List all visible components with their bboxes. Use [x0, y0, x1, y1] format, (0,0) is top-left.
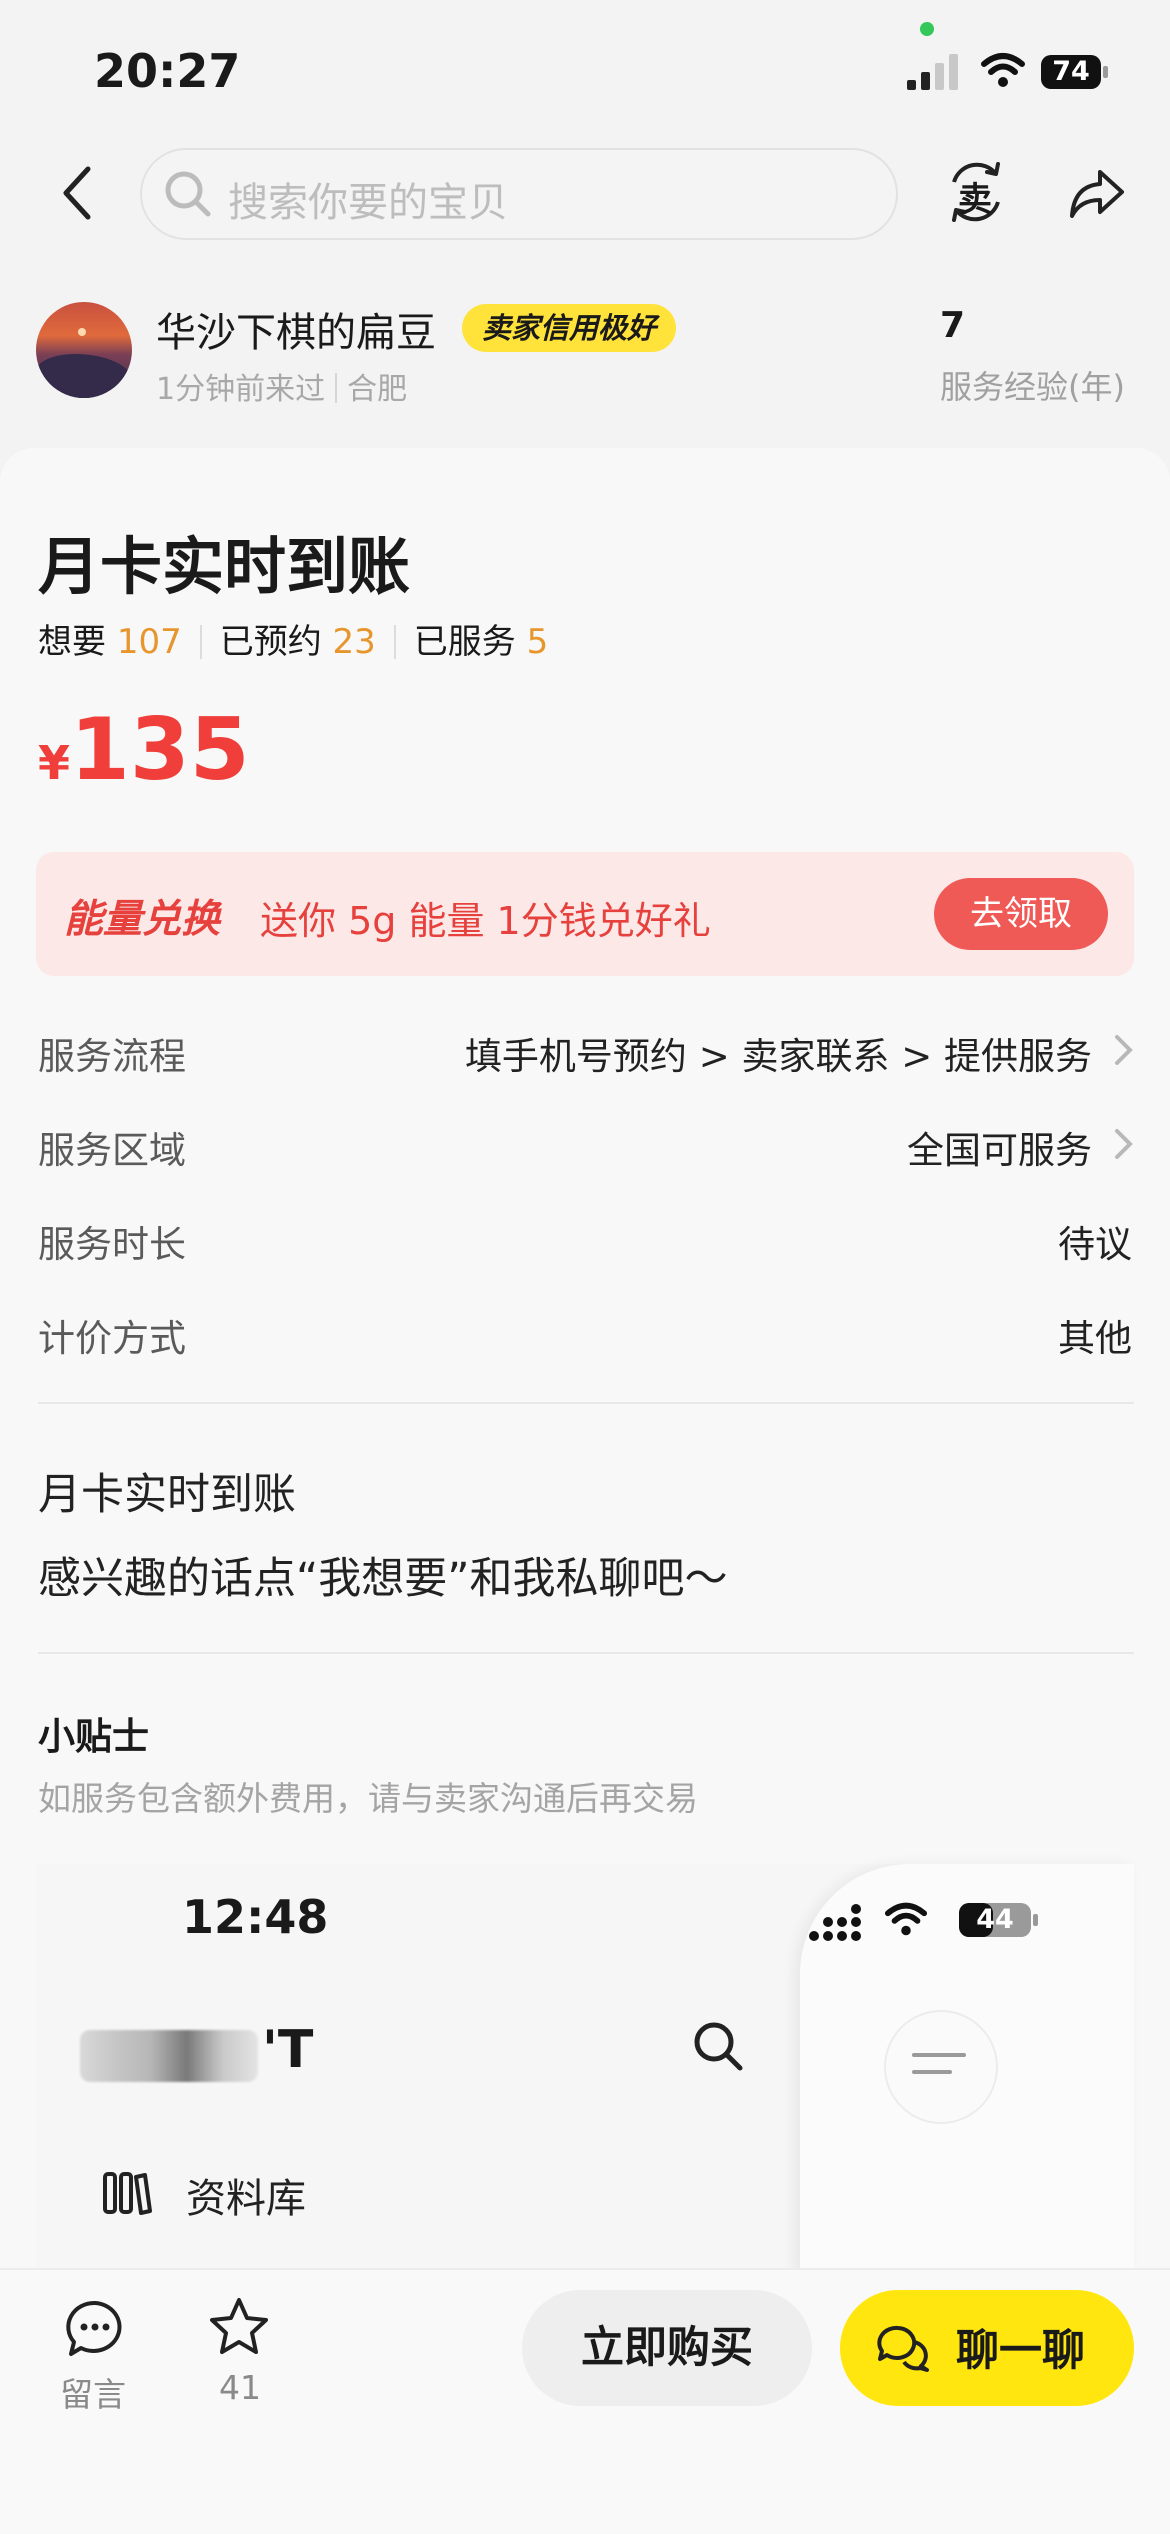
share-icon[interactable]	[1066, 162, 1128, 224]
buy-now-button[interactable]: 立即购买	[522, 2290, 812, 2406]
battery-icon: 74	[1040, 52, 1110, 92]
search-icon	[165, 171, 211, 217]
detail-label-pricing: 计价方式	[38, 1317, 186, 1360]
service-years-label: 服务经验(年)	[940, 368, 1125, 406]
stat-reserved-label: 已预约	[219, 622, 322, 662]
chevron-right-icon[interactable]	[1112, 1126, 1136, 1162]
service-years-value: 7	[940, 305, 966, 346]
seller-location: 合肥	[347, 372, 408, 407]
chat-icon[interactable]	[876, 2322, 932, 2374]
image-search-icon	[694, 2022, 743, 2071]
price-value: 135	[70, 700, 250, 800]
comment-label[interactable]: 留言	[60, 2368, 126, 2416]
detail-value-process[interactable]: 填手机号预约 > 卖家联系 > 提供服务	[465, 1026, 1092, 1080]
comment-icon[interactable]	[64, 2298, 126, 2360]
cellular-signal-icon	[907, 54, 958, 90]
price: ¥135	[38, 700, 250, 800]
credit-badge: 卖家信用极好	[462, 304, 677, 352]
stat-served-value: 5	[526, 622, 549, 662]
detail-label-duration: 服务时长	[38, 1223, 186, 1266]
divider	[335, 373, 338, 403]
image-signal-icon	[809, 1904, 861, 1941]
chevron-right-icon[interactable]	[1112, 1032, 1136, 1068]
tips-body: 如服务包含额外费用，请与卖家沟通后再交易	[38, 1779, 698, 1818]
image-status-time: 12:48	[182, 1890, 329, 1944]
sell-icon-glyph: 卖	[958, 180, 992, 220]
blurred-logo	[80, 2030, 258, 2082]
sell-icon[interactable]: 卖	[944, 160, 1008, 224]
image-wifi-icon	[884, 1902, 928, 1936]
divider	[199, 625, 202, 659]
chat-label[interactable]: 聊一聊	[956, 2316, 1085, 2378]
stat-want-value: 107	[116, 622, 182, 662]
divider	[38, 1402, 1134, 1404]
description-line-1: 月卡实时到账	[38, 1470, 296, 1520]
seller-name[interactable]: 华沙下棋的扁豆	[156, 300, 436, 358]
star-icon[interactable]	[208, 2296, 270, 2358]
image-library-icon	[103, 2172, 152, 2215]
promo-subtitle: 送你 5g 能量 1分钱兑好礼	[260, 899, 711, 943]
image-library-label: 资料库	[186, 2176, 306, 2222]
battery-level: 74	[1052, 56, 1090, 87]
detail-label-area: 服务区域	[38, 1129, 186, 1172]
divider	[393, 625, 396, 659]
seller-meta: 1分钟前来过 合肥	[156, 364, 407, 408]
detail-value-pricing: 其他	[1058, 1317, 1132, 1360]
last-seen: 1分钟前来过	[156, 372, 326, 407]
tips-title: 小贴士	[38, 1715, 149, 1758]
image-title-fragment: 'T	[262, 2020, 314, 2080]
claim-button[interactable]: 去领取	[934, 878, 1108, 950]
status-time: 20:27	[94, 44, 241, 98]
favorite-count[interactable]: 41	[219, 2368, 261, 2407]
stat-want-label: 想要	[38, 622, 106, 662]
image-menu-icon	[884, 2010, 998, 2124]
back-arrow-icon[interactable]	[58, 165, 98, 221]
stat-reserved-value: 23	[332, 622, 376, 662]
description-line-2: 感兴趣的话点“我想要”和我私聊吧～	[38, 1554, 728, 1604]
price-currency: ¥	[38, 736, 71, 790]
detail-label-process: 服务流程	[38, 1035, 186, 1078]
divider	[38, 1652, 1134, 1654]
detail-value-duration: 待议	[1058, 1223, 1132, 1266]
seller-avatar[interactable]	[36, 302, 132, 398]
search-placeholder[interactable]: 搜索你要的宝贝	[228, 170, 508, 228]
image-battery-icon: 44	[958, 1900, 1040, 1940]
image-battery-level: 44	[976, 1904, 1014, 1935]
detail-value-area[interactable]: 全国可服务	[907, 1120, 1092, 1174]
stat-served-label: 已服务	[413, 622, 516, 662]
product-stats: 想要 107 已预约 23 已服务 5	[38, 614, 548, 663]
privacy-dot-icon	[920, 22, 934, 36]
product-title: 月卡实时到账	[38, 530, 411, 603]
wifi-icon	[981, 53, 1025, 87]
promo-title: 能量兑换	[64, 897, 221, 942]
